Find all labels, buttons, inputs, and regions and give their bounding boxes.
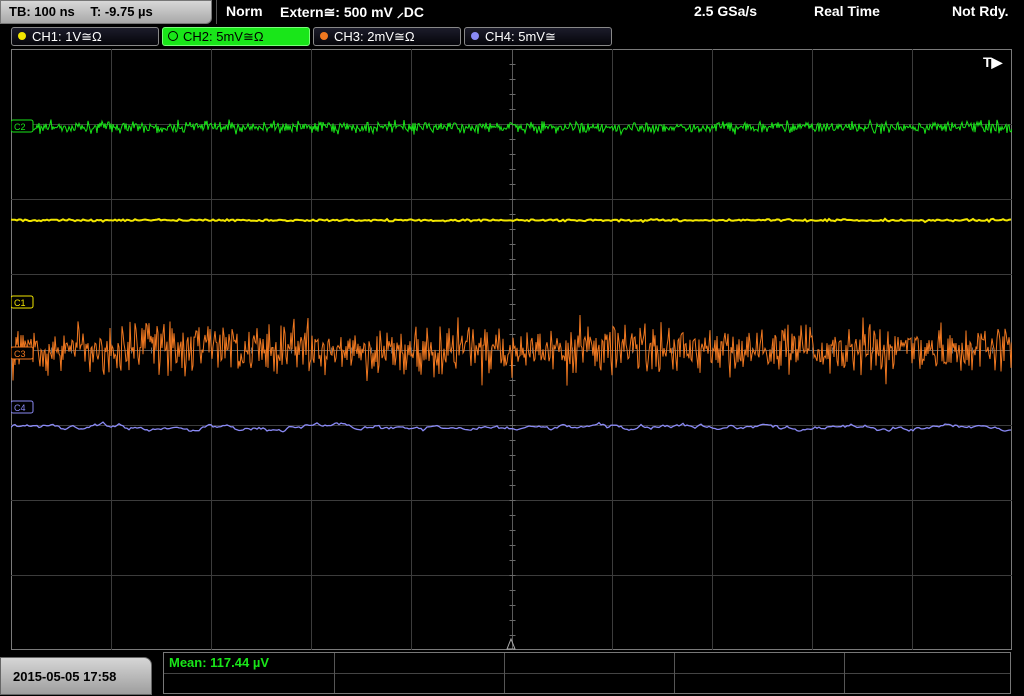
acquisition-mode: Real Time — [814, 3, 880, 19]
channel-tab-ch4[interactable]: CH4: 5mV≅ — [464, 27, 612, 46]
measurement-cell — [504, 673, 675, 693]
trigger-mode[interactable]: Norm — [226, 3, 263, 19]
measurement-cell — [334, 653, 505, 673]
ch2-level-marker: C2 — [11, 119, 34, 133]
channel-tab-ch1[interactable]: CH1: 1V≅Ω — [11, 27, 159, 46]
mean-measurement: Mean: 117.44 µV — [169, 655, 269, 670]
acquisition-status: Not Rdy. — [952, 3, 1009, 19]
channel-tab-ch2[interactable]: CH2: 5mV≅Ω — [162, 27, 310, 46]
ch3-level-marker: C3 — [11, 346, 34, 360]
sample-rate: 2.5 GSa/s — [694, 3, 758, 19]
ch2-color-icon — [168, 31, 178, 41]
trigger-time-value: T: -9.75 µs — [90, 4, 153, 19]
measurement-cell — [334, 673, 505, 693]
trigger-position-marker: T▶ — [983, 54, 1004, 70]
ch1-label: CH1: 1V≅Ω — [32, 29, 102, 44]
ch1-color-icon — [18, 32, 26, 40]
status-divider — [216, 0, 217, 24]
measurement-cell — [164, 673, 335, 693]
ch3-color-icon — [320, 32, 328, 40]
ch1-marker-label: C1 — [14, 298, 26, 308]
channel-tab-ch3[interactable]: CH3: 2mV≅Ω — [313, 27, 461, 46]
measurement-cell — [504, 653, 675, 673]
ch4-marker-label: C4 — [14, 403, 26, 413]
measurement-cell — [674, 673, 845, 693]
channel-tabs: CH1: 1V≅Ω CH2: 5mV≅Ω CH3: 2mV≅Ω CH4: 5mV… — [0, 26, 1024, 48]
waveform-display[interactable]: C2 C1 C3 C4 T▶ — [11, 49, 1012, 650]
bottom-bar: 2015-05-05 17:58 Mean: 117.44 µV — [0, 652, 1024, 695]
measurement-panel[interactable]: Mean: 117.44 µV — [163, 652, 1011, 694]
status-bar: TB: 100 ns T: -9.75 µs Norm Extern≅: 500… — [0, 0, 1024, 26]
trigger-source[interactable]: Extern≅: 500 mV ⸝DC — [280, 3, 424, 22]
ch3-label: CH3: 2mV≅Ω — [334, 29, 415, 44]
ch2-label: CH2: 5mV≅Ω — [183, 29, 264, 44]
ch4-color-icon — [471, 32, 479, 40]
ch3-marker-label: C3 — [14, 349, 26, 359]
ch4-label: CH4: 5mV≅ — [485, 29, 556, 44]
measurement-row — [164, 653, 1010, 674]
measurement-cell — [674, 653, 845, 673]
waveform-canvas[interactable]: C2 C1 C3 C4 T▶ — [11, 49, 1012, 650]
timebase-value: TB: 100 ns — [9, 4, 75, 19]
timebase-box[interactable]: TB: 100 ns T: -9.75 µs — [0, 0, 212, 24]
ch4-level-marker: C4 — [11, 400, 34, 414]
datetime-box: 2015-05-05 17:58 — [0, 657, 152, 695]
measurement-row — [164, 673, 1010, 693]
ch2-marker-label: C2 — [14, 122, 26, 132]
ch1-level-marker: C1 — [11, 295, 34, 309]
